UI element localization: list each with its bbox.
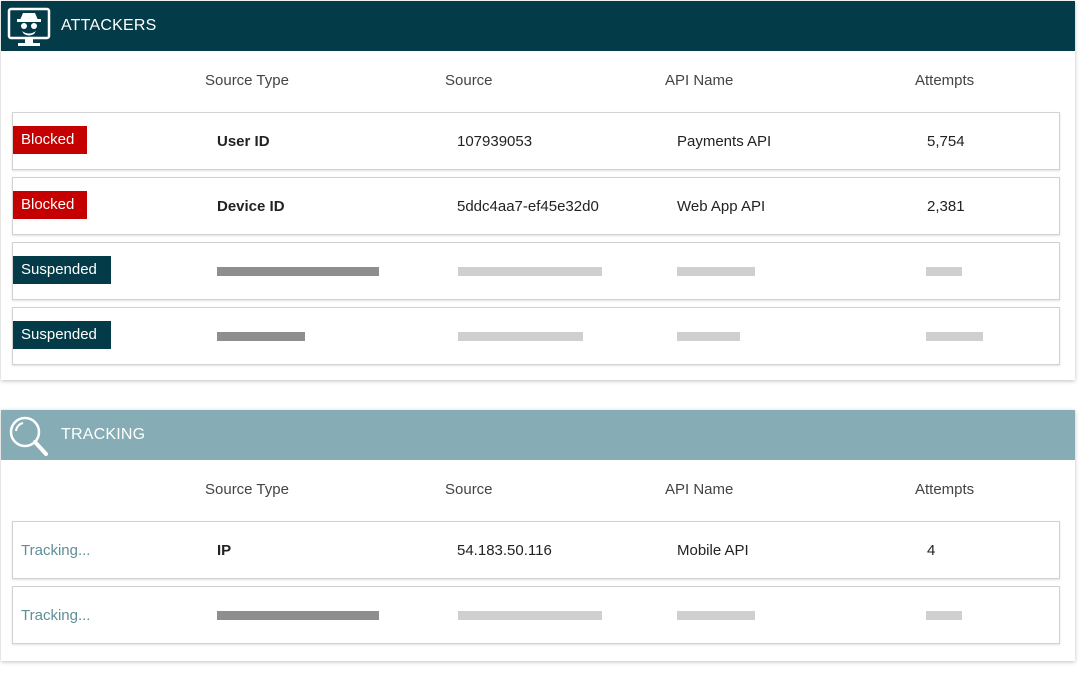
source: 5ddc4aa7-ef45e32d0 (457, 198, 599, 215)
column-header-attempts: Attempts (915, 72, 975, 89)
attackers-header: ATTACKERS (1, 1, 1075, 51)
attackers-title: ATTACKERS (61, 17, 157, 34)
source-type: IP (217, 542, 232, 559)
placeholder-bar (458, 267, 602, 276)
column-header-source: Source (445, 72, 493, 89)
tracking-column-headers: Source Type Source API Name Attempts (1, 460, 1075, 520)
attacker-row[interactable]: Suspended (12, 307, 1060, 365)
tracking-panel: TRACKING Source Type Source API Name Att… (1, 410, 1075, 661)
placeholder-bar (677, 611, 755, 620)
tracking-header: TRACKING (1, 410, 1075, 460)
placeholder-bar (926, 267, 962, 276)
attempts: 2,381 (927, 198, 965, 215)
attempts: 4 (927, 542, 936, 559)
tracking-title: TRACKING (61, 426, 146, 443)
attacker-row[interactable]: Suspended (12, 242, 1060, 300)
tracking-row[interactable]: Tracking... IP 54.183.50.116 Mobile API … (12, 521, 1060, 579)
api-name: Payments API (677, 133, 772, 150)
column-header-api-name: API Name (665, 481, 734, 498)
attempts: 5,754 (927, 133, 965, 150)
api-name: Web App API (677, 198, 766, 215)
attackers-panel: ATTACKERS Source Type Source API Name At… (1, 1, 1075, 380)
column-header-source-type: Source Type (205, 481, 289, 498)
source-type: Device ID (217, 198, 285, 215)
placeholder-bar (217, 332, 305, 341)
column-header-source-type: Source Type (205, 72, 289, 89)
status-badge: Blocked (13, 191, 87, 219)
status-badge: Blocked (13, 126, 87, 154)
column-header-api-name: API Name (665, 72, 734, 89)
api-name: Mobile API (677, 542, 749, 559)
magnifier-icon (9, 416, 48, 456)
status-badge: Suspended (13, 321, 111, 349)
source: 107939053 (457, 133, 533, 150)
column-header-source: Source (445, 481, 493, 498)
status-badge: Suspended (13, 256, 111, 284)
placeholder-bar (217, 611, 379, 620)
attacker-row[interactable]: Blocked Device ID 5ddc4aa7-ef45e32d0 Web… (12, 177, 1060, 235)
attackers-column-headers: Source Type Source API Name Attempts (1, 51, 1075, 111)
tracking-status: Tracking... (21, 542, 91, 559)
placeholder-bar (926, 332, 983, 341)
placeholder-bar (677, 267, 755, 276)
source-type: User ID (217, 133, 270, 150)
placeholder-bar (458, 611, 602, 620)
placeholder-bar (458, 332, 583, 341)
source: 54.183.50.116 (457, 542, 552, 559)
column-header-attempts: Attempts (915, 481, 975, 498)
placeholder-bar (217, 267, 379, 276)
placeholder-bar (677, 332, 740, 341)
placeholder-bar (926, 611, 962, 620)
spy-monitor-icon (7, 7, 51, 46)
attacker-row[interactable]: Blocked User ID 107939053 Payments API 5… (12, 112, 1060, 170)
tracking-row[interactable]: Tracking... (12, 586, 1060, 644)
tracking-status: Tracking... (21, 607, 91, 624)
